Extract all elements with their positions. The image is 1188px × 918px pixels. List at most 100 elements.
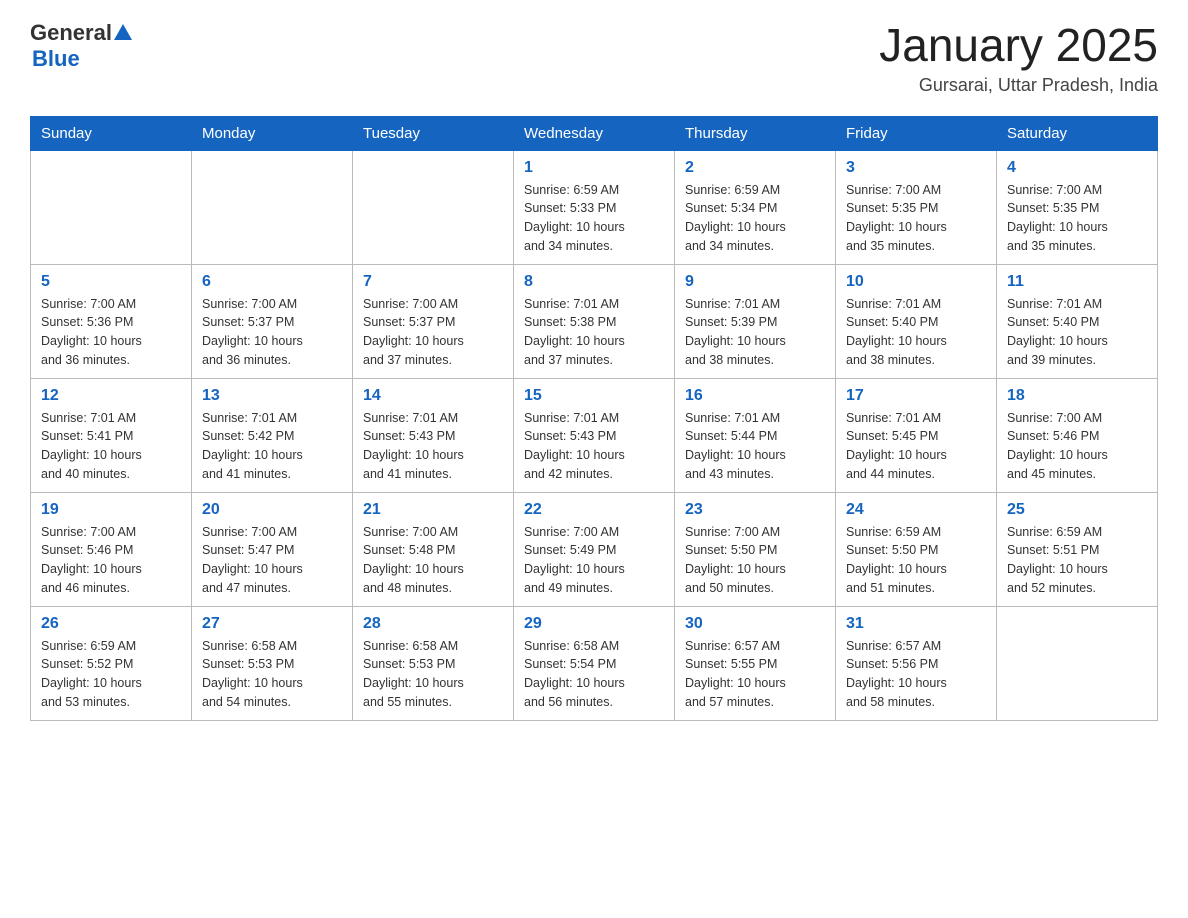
day-number: 23 xyxy=(685,501,825,519)
day-info: Sunrise: 6:57 AM Sunset: 5:56 PM Dayligh… xyxy=(846,637,986,712)
day-info: Sunrise: 6:59 AM Sunset: 5:51 PM Dayligh… xyxy=(1007,523,1147,598)
calendar-cell: 31Sunrise: 6:57 AM Sunset: 5:56 PM Dayli… xyxy=(836,606,997,720)
day-number: 22 xyxy=(524,501,664,519)
day-info: Sunrise: 7:00 AM Sunset: 5:49 PM Dayligh… xyxy=(524,523,664,598)
calendar-cell: 30 Sunrise: 6:57 AM Sunset: 5:55 PM Dayli… xyxy=(675,606,836,720)
calendar-cell: 9 Sunrise: 7:01 AM Sunset: 5:39 PM Daylig… xyxy=(675,264,836,378)
day-of-week-header: Tuesday xyxy=(353,116,514,150)
day-number: 6 xyxy=(202,273,342,291)
calendar-cell: 4 Sunrise: 7:00 AM Sunset: 5:35 PM Daylig… xyxy=(997,150,1158,264)
day-info: Sunrise: 7:00 AM Sunset: 5:35 PM Dayligh… xyxy=(846,181,986,256)
day-info: Sunrise: 6:58 AM Sunset: 5:53 PM Dayligh… xyxy=(202,637,342,712)
day-info: Sunrise: 7:01 AM Sunset: 5:39 PM Dayligh… xyxy=(685,295,825,370)
calendar-cell: 25Sunrise: 6:59 AM Sunset: 5:51 PM Dayli… xyxy=(997,492,1158,606)
week-row: 12 Sunrise: 7:01 AM Sunset: 5:41 PM Dayli… xyxy=(31,378,1158,492)
calendar-cell: 21Sunrise: 7:00 AM Sunset: 5:48 PM Dayli… xyxy=(353,492,514,606)
calendar-cell xyxy=(31,150,192,264)
day-info: Sunrise: 7:01 AM Sunset: 5:40 PM Dayligh… xyxy=(846,295,986,370)
day-number: 8 xyxy=(524,273,664,291)
day-info: Sunrise: 6:57 AM Sunset: 5:55 PM Dayligh… xyxy=(685,637,825,712)
day-of-week-header: Sunday xyxy=(31,116,192,150)
day-info: Sunrise: 6:59 AM Sunset: 5:52 PM Dayligh… xyxy=(41,637,181,712)
logo-blue-text: Blue xyxy=(32,46,80,72)
calendar-cell: 19Sunrise: 7:00 AM Sunset: 5:46 PM Dayli… xyxy=(31,492,192,606)
day-number: 21 xyxy=(363,501,503,519)
day-number: 29 xyxy=(524,615,664,633)
calendar-cell: 29 Sunrise: 6:58 AM Sunset: 5:54 PM Dayli… xyxy=(514,606,675,720)
day-number: 7 xyxy=(363,273,503,291)
day-number: 27 xyxy=(202,615,342,633)
month-title: January 2025 xyxy=(879,20,1158,71)
day-info: Sunrise: 7:01 AM Sunset: 5:44 PM Dayligh… xyxy=(685,409,825,484)
calendar-cell: 22 Sunrise: 7:00 AM Sunset: 5:49 PM Dayli… xyxy=(514,492,675,606)
day-number: 4 xyxy=(1007,159,1147,177)
day-info: Sunrise: 7:00 AM Sunset: 5:46 PM Dayligh… xyxy=(1007,409,1147,484)
day-info: Sunrise: 7:01 AM Sunset: 5:43 PM Dayligh… xyxy=(363,409,503,484)
calendar-cell: 27 Sunrise: 6:58 AM Sunset: 5:53 PM Dayli… xyxy=(192,606,353,720)
calendar-cell: 20Sunrise: 7:00 AM Sunset: 5:47 PM Dayli… xyxy=(192,492,353,606)
calendar-cell: 15Sunrise: 7:01 AM Sunset: 5:43 PM Dayli… xyxy=(514,378,675,492)
calendar-cell: 8 Sunrise: 7:01 AM Sunset: 5:38 PM Daylig… xyxy=(514,264,675,378)
calendar-cell xyxy=(353,150,514,264)
calendar-cell xyxy=(997,606,1158,720)
day-of-week-header: Wednesday xyxy=(514,116,675,150)
day-info: Sunrise: 7:00 AM Sunset: 5:47 PM Dayligh… xyxy=(202,523,342,598)
logo: General Blue xyxy=(30,20,132,72)
calendar-cell xyxy=(192,150,353,264)
calendar-cell: 5Sunrise: 7:00 AM Sunset: 5:36 PM Daylig… xyxy=(31,264,192,378)
day-info: Sunrise: 7:00 AM Sunset: 5:35 PM Dayligh… xyxy=(1007,181,1147,256)
day-info: Sunrise: 6:58 AM Sunset: 5:53 PM Dayligh… xyxy=(363,637,503,712)
calendar-cell: 26Sunrise: 6:59 AM Sunset: 5:52 PM Dayli… xyxy=(31,606,192,720)
week-row: 26Sunrise: 6:59 AM Sunset: 5:52 PM Dayli… xyxy=(31,606,1158,720)
calendar-cell: 16 Sunrise: 7:01 AM Sunset: 5:44 PM Dayli… xyxy=(675,378,836,492)
day-number: 16 xyxy=(685,387,825,405)
title-section: January 2025 Gursarai, Uttar Pradesh, In… xyxy=(879,20,1158,96)
week-row: 5Sunrise: 7:00 AM Sunset: 5:36 PM Daylig… xyxy=(31,264,1158,378)
calendar-header-row: SundayMondayTuesdayWednesdayThursdayFrid… xyxy=(31,116,1158,150)
day-info: Sunrise: 7:01 AM Sunset: 5:40 PM Dayligh… xyxy=(1007,295,1147,370)
calendar-cell: 24 Sunrise: 6:59 AM Sunset: 5:50 PM Dayli… xyxy=(836,492,997,606)
day-number: 11 xyxy=(1007,273,1147,291)
day-number: 2 xyxy=(685,159,825,177)
day-number: 9 xyxy=(685,273,825,291)
calendar-cell: 6 Sunrise: 7:00 AM Sunset: 5:37 PM Daylig… xyxy=(192,264,353,378)
day-number: 18 xyxy=(1007,387,1147,405)
calendar-cell: 17 Sunrise: 7:01 AM Sunset: 5:45 PM Dayli… xyxy=(836,378,997,492)
calendar-cell: 18 Sunrise: 7:00 AM Sunset: 5:46 PM Dayli… xyxy=(997,378,1158,492)
day-info: Sunrise: 7:01 AM Sunset: 5:42 PM Dayligh… xyxy=(202,409,342,484)
day-number: 15 xyxy=(524,387,664,405)
calendar-cell: 1 Sunrise: 6:59 AM Sunset: 5:33 PM Daylig… xyxy=(514,150,675,264)
day-info: Sunrise: 6:59 AM Sunset: 5:50 PM Dayligh… xyxy=(846,523,986,598)
day-info: Sunrise: 7:01 AM Sunset: 5:45 PM Dayligh… xyxy=(846,409,986,484)
day-info: Sunrise: 7:00 AM Sunset: 5:37 PM Dayligh… xyxy=(202,295,342,370)
calendar-cell: 14Sunrise: 7:01 AM Sunset: 5:43 PM Dayli… xyxy=(353,378,514,492)
day-of-week-header: Thursday xyxy=(675,116,836,150)
calendar-cell: 11 Sunrise: 7:01 AM Sunset: 5:40 PM Dayli… xyxy=(997,264,1158,378)
day-info: Sunrise: 7:01 AM Sunset: 5:38 PM Dayligh… xyxy=(524,295,664,370)
calendar-cell: 3 Sunrise: 7:00 AM Sunset: 5:35 PM Daylig… xyxy=(836,150,997,264)
day-info: Sunrise: 6:58 AM Sunset: 5:54 PM Dayligh… xyxy=(524,637,664,712)
day-info: Sunrise: 6:59 AM Sunset: 5:33 PM Dayligh… xyxy=(524,181,664,256)
day-info: Sunrise: 7:00 AM Sunset: 5:36 PM Dayligh… xyxy=(41,295,181,370)
week-row: 19Sunrise: 7:00 AM Sunset: 5:46 PM Dayli… xyxy=(31,492,1158,606)
location-text: Gursarai, Uttar Pradesh, India xyxy=(879,75,1158,96)
day-info: Sunrise: 7:00 AM Sunset: 5:46 PM Dayligh… xyxy=(41,523,181,598)
day-number: 10 xyxy=(846,273,986,291)
day-number: 30 xyxy=(685,615,825,633)
day-number: 1 xyxy=(524,159,664,177)
calendar-cell: 13Sunrise: 7:01 AM Sunset: 5:42 PM Dayli… xyxy=(192,378,353,492)
day-info: Sunrise: 7:01 AM Sunset: 5:41 PM Dayligh… xyxy=(41,409,181,484)
calendar-cell: 12 Sunrise: 7:01 AM Sunset: 5:41 PM Dayli… xyxy=(31,378,192,492)
day-number: 12 xyxy=(41,387,181,405)
day-number: 24 xyxy=(846,501,986,519)
day-number: 17 xyxy=(846,387,986,405)
day-of-week-header: Saturday xyxy=(997,116,1158,150)
calendar-cell: 2 Sunrise: 6:59 AM Sunset: 5:34 PM Daylig… xyxy=(675,150,836,264)
logo-general-text: General xyxy=(30,20,112,46)
day-info: Sunrise: 6:59 AM Sunset: 5:34 PM Dayligh… xyxy=(685,181,825,256)
calendar-cell: 7Sunrise: 7:00 AM Sunset: 5:37 PM Daylig… xyxy=(353,264,514,378)
day-number: 28 xyxy=(363,615,503,633)
page-header: General Blue January 2025 Gursarai, Utta… xyxy=(30,20,1158,96)
calendar-table: SundayMondayTuesdayWednesdayThursdayFrid… xyxy=(30,116,1158,721)
day-number: 3 xyxy=(846,159,986,177)
